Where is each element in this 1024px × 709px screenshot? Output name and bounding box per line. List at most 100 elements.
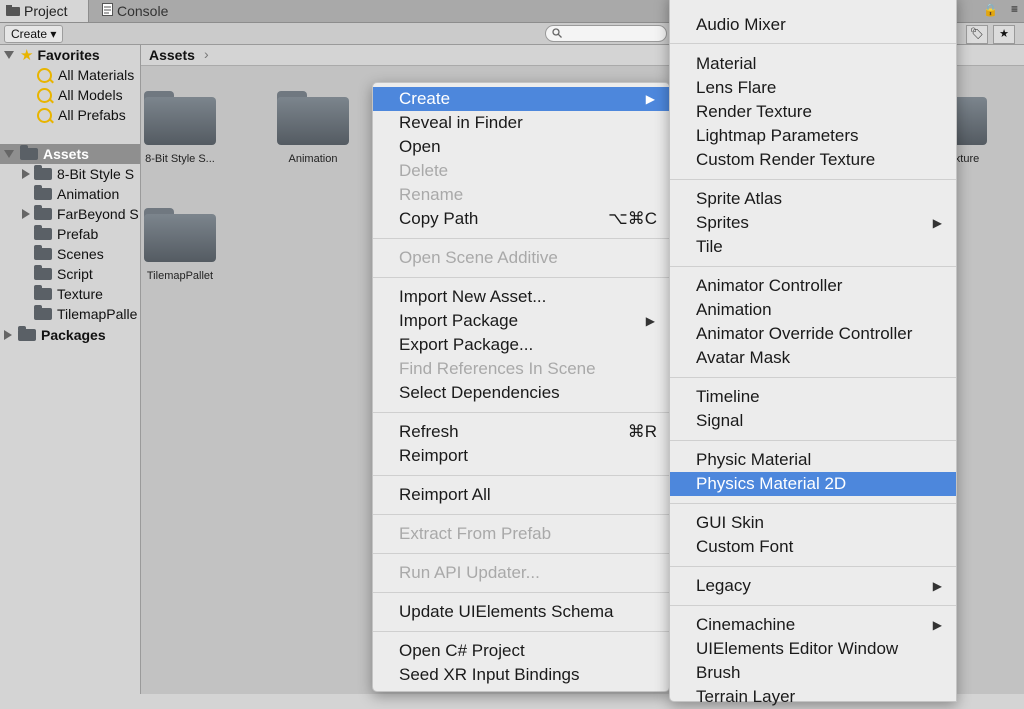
folder-icon <box>34 205 52 220</box>
submenu-item-timeline[interactable]: Timeline <box>670 385 956 409</box>
menu-item-open-csharp-project[interactable]: Open C# Project <box>373 639 669 663</box>
expand-arrow-icon[interactable] <box>4 51 14 59</box>
tree-item-label: Scenes <box>57 246 104 262</box>
menu-item-extract-from-prefab: Extract From Prefab <box>373 522 669 546</box>
tree-assets[interactable]: Assets <box>0 144 140 164</box>
menu-item-copy-path[interactable]: Copy Path ⌥⌘C <box>373 207 669 231</box>
folder-icon <box>34 285 52 300</box>
tree-favorites[interactable]: ★ Favorites <box>0 45 140 65</box>
menu-item-refresh[interactable]: Refresh ⌘R <box>373 420 669 444</box>
submenu-item-material[interactable]: Material <box>670 52 956 76</box>
menu-item-label: Custom Render Texture <box>696 150 876 169</box>
menu-separator <box>670 605 956 606</box>
submenu-item-custom-render-texture[interactable]: Custom Render Texture <box>670 148 956 172</box>
asset-folder-tilemap[interactable]: TilemapPallet <box>135 208 225 282</box>
tree-item-all-models[interactable]: All Models <box>0 85 140 105</box>
menu-item-create[interactable]: Create ▶ <box>373 87 669 111</box>
tree-assets-label: Assets <box>43 146 89 162</box>
asset-folder-animation[interactable]: Animation <box>268 91 358 165</box>
menu-item-export-package[interactable]: Export Package... <box>373 333 669 357</box>
tree-item-animation[interactable]: Animation <box>0 184 140 204</box>
menu-separator <box>670 43 956 44</box>
asset-label: 8-Bit Style S... <box>145 153 215 165</box>
menu-item-seed-xr[interactable]: Seed XR Input Bindings <box>373 663 669 687</box>
menu-item-reimport[interactable]: Reimport <box>373 444 669 468</box>
submenu-item-cinemachine[interactable]: Cinemachine ▶ <box>670 613 956 637</box>
breadcrumb-assets[interactable]: Assets <box>149 47 195 63</box>
menu-separator <box>373 412 669 413</box>
submenu-item-terrain-layer[interactable]: Terrain Layer <box>670 685 956 709</box>
star-icon: ★ <box>20 47 34 64</box>
panel-menu-icon[interactable]: ≡ <box>1011 2 1018 16</box>
tree-item-8bit[interactable]: 8-Bit Style S <box>0 164 140 184</box>
submenu-item-animator-controller[interactable]: Animator Controller <box>670 274 956 298</box>
asset-folder-8bit[interactable]: 8-Bit Style S... <box>135 91 225 165</box>
submenu-item-physics-material-2d[interactable]: Physics Material 2D <box>670 472 956 496</box>
menu-item-label: Signal <box>696 411 744 430</box>
menu-item-label: Refresh <box>399 422 459 441</box>
favorite-star-icon[interactable]: ★ <box>993 25 1015 44</box>
submenu-item-tile[interactable]: Tile <box>670 235 956 259</box>
menu-item-label: Physics Material 2D <box>696 474 847 493</box>
menu-separator <box>373 277 669 278</box>
submenu-item-gui-skin[interactable]: GUI Skin <box>670 511 956 535</box>
expand-arrow-icon[interactable] <box>4 330 12 340</box>
submenu-item-animation[interactable]: Animation <box>670 298 956 322</box>
menu-item-find-references: Find References In Scene <box>373 357 669 381</box>
menu-item-label: Export Package... <box>399 335 534 354</box>
asset-label: Animation <box>288 153 338 165</box>
menu-item-open[interactable]: Open <box>373 135 669 159</box>
create-dropdown-button[interactable]: Create ▾ <box>4 25 64 43</box>
submenu-item-lightmap-parameters[interactable]: Lightmap Parameters <box>670 124 956 148</box>
submenu-item-avatar-mask[interactable]: Avatar Mask <box>670 346 956 370</box>
label-filter-icon[interactable]: 🏷 <box>966 25 988 44</box>
submenu-item-legacy[interactable]: Legacy ▶ <box>670 574 956 598</box>
tree-item-texture[interactable]: Texture <box>0 284 140 304</box>
submenu-item-custom-font[interactable]: Custom Font <box>670 535 956 559</box>
tree-packages-label: Packages <box>41 327 106 343</box>
tab-console[interactable]: Console <box>96 0 216 22</box>
submenu-item-signal[interactable]: Signal <box>670 409 956 433</box>
search-input[interactable] <box>545 25 667 42</box>
menu-item-label: Import Package <box>399 311 519 330</box>
tree-item-prefab[interactable]: Prefab <box>0 224 140 244</box>
submenu-item-render-texture[interactable]: Render Texture <box>670 100 956 124</box>
tab-console-label: Console <box>117 3 169 19</box>
tree-item-scenes[interactable]: Scenes <box>0 244 140 264</box>
tree-item-label: All Materials <box>58 67 135 83</box>
menu-item-import-package[interactable]: Import Package ▶ <box>373 309 669 333</box>
menu-item-import-new-asset[interactable]: Import New Asset... <box>373 285 669 309</box>
expand-arrow-icon[interactable] <box>22 169 30 179</box>
menu-item-label: Sprite Atlas <box>696 189 782 208</box>
submenu-item-physic-material[interactable]: Physic Material <box>670 448 956 472</box>
tree-item-tilemap[interactable]: TilemapPalle <box>0 304 140 324</box>
submenu-item-sprites[interactable]: Sprites ▶ <box>670 211 956 235</box>
submenu-item-brush[interactable]: Brush <box>670 661 956 685</box>
menu-item-run-api-updater: Run API Updater... <box>373 561 669 585</box>
menu-item-label: Lens Flare <box>696 78 777 97</box>
tree-item-all-prefabs[interactable]: All Prefabs <box>0 105 140 125</box>
tree-packages[interactable]: Packages <box>0 325 140 345</box>
submenu-item-uielements-window[interactable]: UIElements Editor Window <box>670 637 956 661</box>
menu-item-label: Animator Override Controller <box>696 324 913 343</box>
tab-project-label: Project <box>24 3 68 19</box>
menu-item-label: Terrain Layer <box>696 687 796 706</box>
expand-arrow-icon[interactable] <box>4 150 14 158</box>
submenu-item-audio-mixer[interactable]: Audio Mixer <box>670 13 956 37</box>
menu-item-select-dependencies[interactable]: Select Dependencies <box>373 381 669 405</box>
tree-item-all-materials[interactable]: All Materials <box>0 65 140 85</box>
menu-item-label: Create <box>399 89 451 108</box>
expand-arrow-icon[interactable] <box>22 209 30 219</box>
submenu-item-sprite-atlas[interactable]: Sprite Atlas <box>670 187 956 211</box>
tree-item-farbeyond[interactable]: FarBeyond S <box>0 204 140 224</box>
tree-item-script[interactable]: Script <box>0 264 140 284</box>
submenu-item-lens-flare[interactable]: Lens Flare <box>670 76 956 100</box>
menu-item-reimport-all[interactable]: Reimport All <box>373 483 669 507</box>
tab-project[interactable]: Project <box>0 0 89 22</box>
lock-icon[interactable]: 🔒 <box>983 3 998 17</box>
menu-item-label: Render Texture <box>696 102 812 121</box>
menu-item-update-uielements[interactable]: Update UIElements Schema <box>373 600 669 624</box>
submenu-item-animator-override[interactable]: Animator Override Controller <box>670 322 956 346</box>
menu-item-reveal-in-finder[interactable]: Reveal in Finder <box>373 111 669 135</box>
create-submenu: Audio Mixer Material Lens Flare Render T… <box>669 0 957 706</box>
